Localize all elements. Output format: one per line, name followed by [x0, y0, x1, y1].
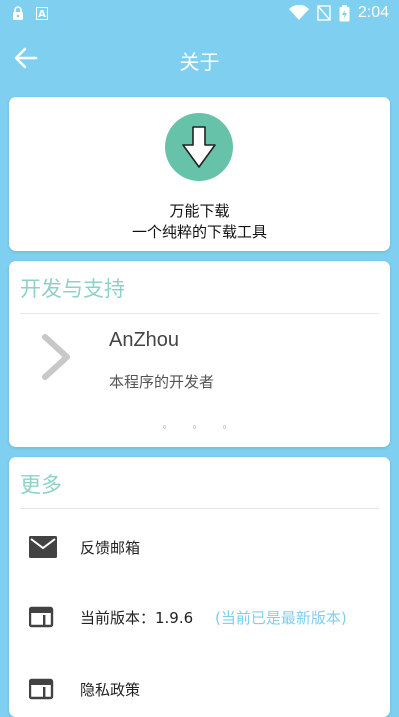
version-icon	[29, 606, 54, 628]
app-bar: 关于	[0, 28, 399, 88]
privacy-icon	[29, 678, 54, 700]
wifi-icon	[288, 5, 309, 20]
a-badge-icon: A	[36, 6, 48, 20]
pager-dots[interactable]: ◦ ◦ ◦	[9, 421, 390, 434]
version-row[interactable]: 当前版本：1.9.6 (当前已是最新版本)	[9, 593, 390, 639]
developer-card: 开发与支持 AnZhou 本程序的开发者 ◦ ◦ ◦	[9, 261, 390, 447]
battery-icon	[339, 4, 350, 21]
version-label: 当前版本：1.9.6	[80, 609, 194, 627]
no-signal-icon	[317, 5, 331, 21]
chevron-right-icon[interactable]	[39, 333, 73, 381]
mail-icon	[29, 536, 57, 558]
download-icon	[182, 126, 216, 168]
feedback-email-label: 反馈邮箱	[80, 539, 141, 557]
app-logo	[165, 113, 233, 181]
more-card: 更多 反馈邮箱 当前版本：1.9.6 (当前已是最新版本) 隐私政策	[9, 457, 390, 717]
version-status-note: (当前已是最新版本)	[215, 609, 347, 627]
page-title: 关于	[179, 50, 220, 74]
app-description: 一个纯粹的下载工具	[131, 223, 267, 241]
developer-role: 本程序的开发者	[109, 373, 215, 391]
section-header-more: 更多	[20, 473, 62, 497]
divider	[20, 508, 379, 509]
developer-name: AnZhou	[109, 329, 180, 351]
divider	[20, 313, 379, 314]
app-info-card: 万能下载 一个纯粹的下载工具	[9, 97, 390, 251]
feedback-email-row[interactable]: 反馈邮箱	[9, 523, 390, 569]
section-header-developer: 开发与支持	[20, 277, 125, 301]
app-name: 万能下载	[169, 202, 230, 220]
privacy-policy-row[interactable]: 隐私政策	[9, 665, 390, 711]
status-time: 2:04	[357, 4, 389, 21]
status-bar: A 2:04	[0, 0, 399, 28]
lock-icon	[13, 6, 23, 20]
privacy-policy-label: 隐私政策	[80, 681, 141, 699]
